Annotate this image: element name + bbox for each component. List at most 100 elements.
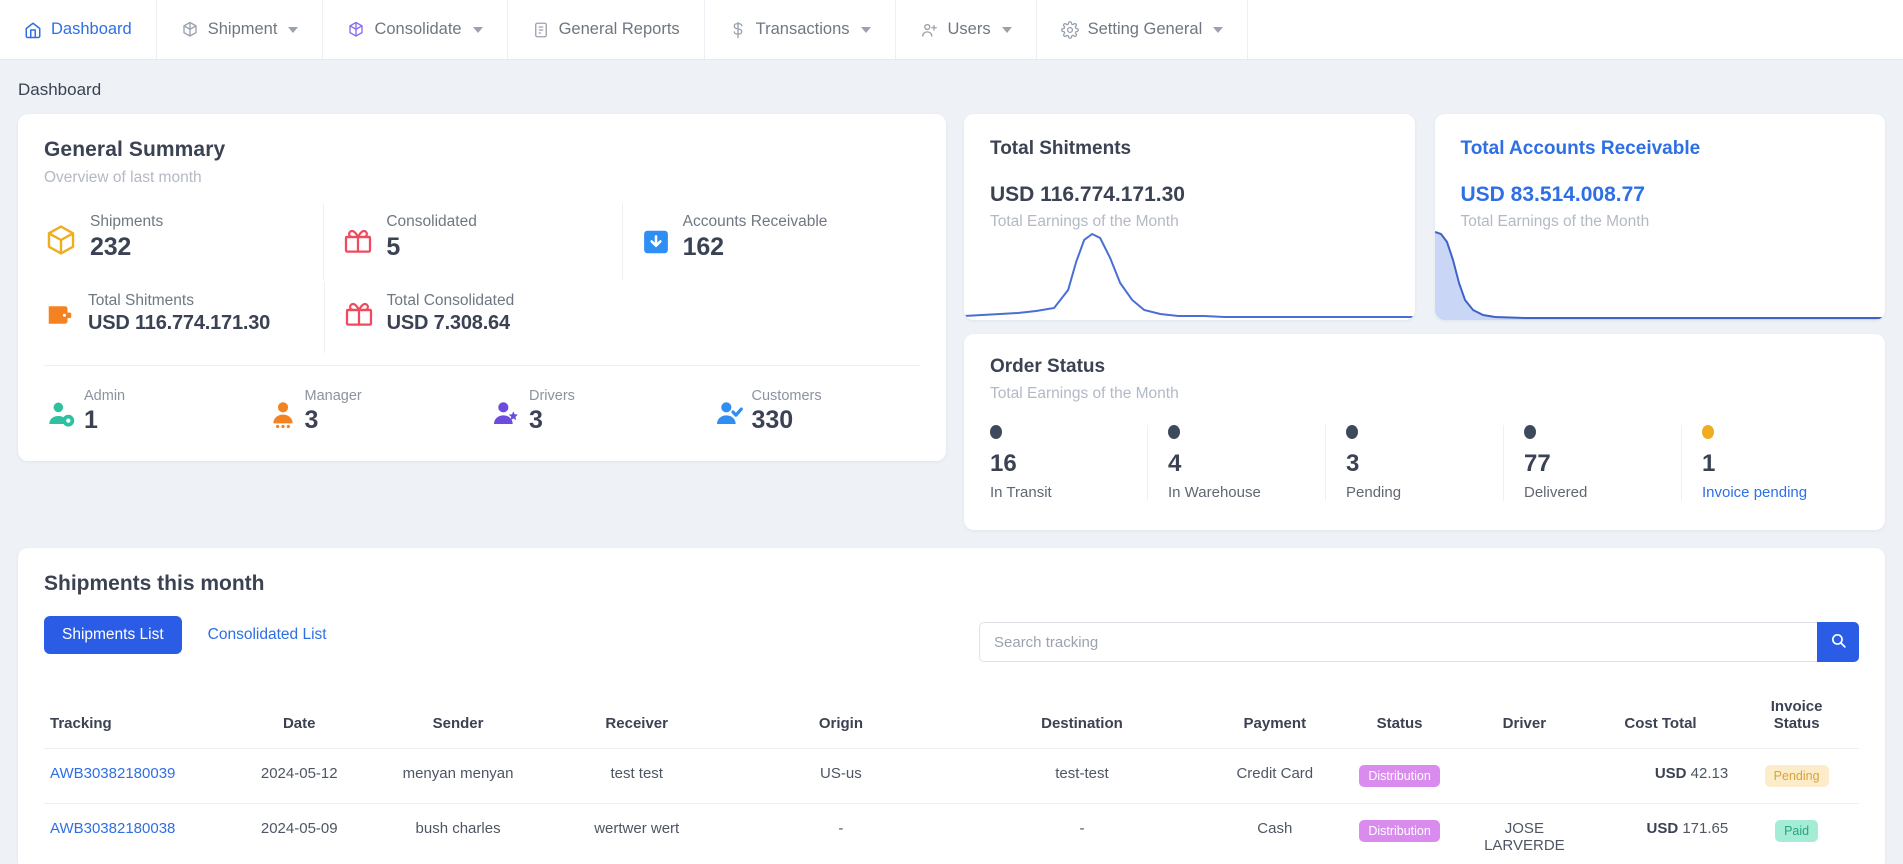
gift-icon xyxy=(343,298,375,335)
user-count-label: Customers xyxy=(751,388,822,404)
user-star-icon xyxy=(489,398,523,435)
cost-currency: USD xyxy=(1646,820,1679,837)
table-row[interactable]: AWB30382180039 2024-05-12 menyan menyan … xyxy=(44,748,1859,804)
order-status-label[interactable]: Invoice pending xyxy=(1702,484,1859,501)
stat-value: 232 xyxy=(90,233,132,261)
stat-label: Total Consolidated xyxy=(386,292,515,309)
order-status-label: In Transit xyxy=(990,484,1052,501)
stat-value: 5 xyxy=(386,233,401,261)
totals-cards: Total Shitments USD 116.774.171.30 Total… xyxy=(964,114,1885,320)
stat-total-shipments: Total Shitments USD 116.774.171.30 xyxy=(44,282,324,353)
cell-driver: JOSE LARVERDE xyxy=(1461,803,1587,864)
order-status-grid: 16 In Transit 4 In Warehouse 3 Pending 7… xyxy=(990,425,1859,501)
tracking-link[interactable]: AWB30382180038 xyxy=(50,820,175,837)
search-input[interactable] xyxy=(979,622,1817,662)
user-count-value: 3 xyxy=(304,406,319,434)
order-status-caption: Total Earnings of the Month xyxy=(990,385,1179,402)
top-navbar: Dashboard Shipment Consolidate General R… xyxy=(0,0,1903,60)
order-status-value: 4 xyxy=(1168,450,1182,477)
stat-value: 162 xyxy=(682,233,724,261)
nav-label: General Reports xyxy=(558,20,680,38)
document-icon xyxy=(532,21,550,39)
cell-date: 2024-05-09 xyxy=(225,803,373,864)
summary-user-counts: Admin 1 Manager 3 Drivers 3 Customers 33… xyxy=(44,365,920,461)
total-shipments-sparkline xyxy=(964,228,1415,320)
nav-item-setting-general[interactable]: Setting General xyxy=(1037,0,1249,59)
user-count-value: 3 xyxy=(529,406,543,434)
chevron-down-icon xyxy=(472,26,483,33)
user-check-icon xyxy=(712,398,746,435)
cell-receiver: test test xyxy=(543,748,731,804)
table-row[interactable]: AWB30382180038 2024-05-09 bush charles w… xyxy=(44,803,1859,864)
box-purple-icon xyxy=(347,21,365,39)
stat-value: USD 7.308.64 xyxy=(386,312,510,334)
cell-driver xyxy=(1461,748,1587,804)
nav-item-consolidate[interactable]: Consolidate xyxy=(323,0,508,59)
col-invoice-status: Invoice Status xyxy=(1770,698,1823,732)
order-status-label: Pending xyxy=(1346,484,1402,501)
order-status-in-warehouse: 4 In Warehouse xyxy=(1147,425,1325,501)
search-button[interactable] xyxy=(1817,622,1859,662)
stat-value: USD 116.774.171.30 xyxy=(88,312,271,334)
stat-label: Shipments xyxy=(90,213,164,230)
nav-item-dashboard[interactable]: Dashboard xyxy=(0,0,157,59)
cell-origin: - xyxy=(730,803,952,864)
nav-item-users[interactable]: Users xyxy=(896,0,1037,59)
user-gear-icon xyxy=(44,398,78,435)
stat-consolidated: Consolidated 5 xyxy=(323,203,621,280)
stat-shipments: Shipments 232 xyxy=(44,203,323,280)
shipments-table: Tracking Date Sender Receiver Origin Des… xyxy=(44,688,1859,864)
general-summary-card: General Summary Overview of last month S… xyxy=(18,114,946,461)
cell-payment: Cash xyxy=(1212,803,1338,864)
order-status-value: 1 xyxy=(1702,450,1716,477)
user-plus-icon xyxy=(920,21,939,39)
col-receiver: Receiver xyxy=(605,715,668,732)
user-count-label: Manager xyxy=(304,388,362,404)
wallet-icon xyxy=(44,300,76,335)
cell-sender: menyan menyan xyxy=(372,748,544,804)
cell-payment: Credit Card xyxy=(1212,748,1338,804)
nav-item-shipment[interactable]: Shipment xyxy=(157,0,324,59)
status-dot-icon xyxy=(1346,425,1358,439)
tab-shipments-list[interactable]: Shipments List xyxy=(44,616,182,654)
col-status: Status xyxy=(1376,715,1423,732)
nav-label: Consolidate xyxy=(374,20,462,38)
nav-label: Users xyxy=(947,20,991,38)
package-icon xyxy=(44,223,78,262)
summary-stats-row-2: Total Shitments USD 116.774.171.30 Total… xyxy=(44,282,920,353)
shipments-tabs: Shipments List Consolidated List xyxy=(44,616,345,654)
order-status-value: 16 xyxy=(990,450,1017,477)
nav-item-general-reports[interactable]: General Reports xyxy=(508,0,705,59)
col-sender: Sender xyxy=(432,715,484,732)
col-destination: Destination xyxy=(1041,715,1123,732)
nav-item-transactions[interactable]: Transactions xyxy=(705,0,896,59)
tracking-link[interactable]: AWB30382180039 xyxy=(50,765,175,782)
order-status-title: Order Status xyxy=(990,356,1106,377)
col-origin: Origin xyxy=(818,715,863,732)
order-status-invoice-pending[interactable]: 1 Invoice pending xyxy=(1681,425,1859,501)
cell-receiver: wertwer wert xyxy=(543,803,731,864)
stat-label: Consolidated xyxy=(386,213,477,230)
status-dot-icon xyxy=(1702,425,1714,439)
tab-consolidated-list[interactable]: Consolidated List xyxy=(190,616,345,654)
nav-label: Transactions xyxy=(755,20,850,38)
stat-accounts-receivable: Accounts Receivable 162 xyxy=(621,203,920,280)
user-count-manager: Manager 3 xyxy=(253,388,476,435)
summary-stats-row-1: Shipments 232 Consolidated 5 Accounts Re… xyxy=(44,203,920,280)
search-icon xyxy=(1830,632,1847,652)
dollar-icon xyxy=(729,21,747,39)
chevron-down-icon xyxy=(860,26,871,33)
user-count-customers: Customers 330 xyxy=(698,388,921,435)
shipments-controls: Shipments List Consolidated List xyxy=(44,596,1859,662)
home-icon xyxy=(24,21,42,39)
col-driver: Driver xyxy=(1502,715,1547,732)
col-cost-total: Cost Total xyxy=(1624,715,1697,732)
order-status-in-transit: 16 In Transit xyxy=(990,425,1147,501)
chevron-down-icon xyxy=(288,26,299,33)
cell-status: Distribution xyxy=(1337,748,1462,804)
search-tracking-bar xyxy=(979,622,1859,662)
cell-origin: US-us xyxy=(730,748,952,804)
cost-amount: 171.65 xyxy=(1682,820,1729,837)
page-title: Dashboard xyxy=(18,80,102,99)
dashboard-content: General Summary Overview of last month S… xyxy=(0,114,1903,530)
